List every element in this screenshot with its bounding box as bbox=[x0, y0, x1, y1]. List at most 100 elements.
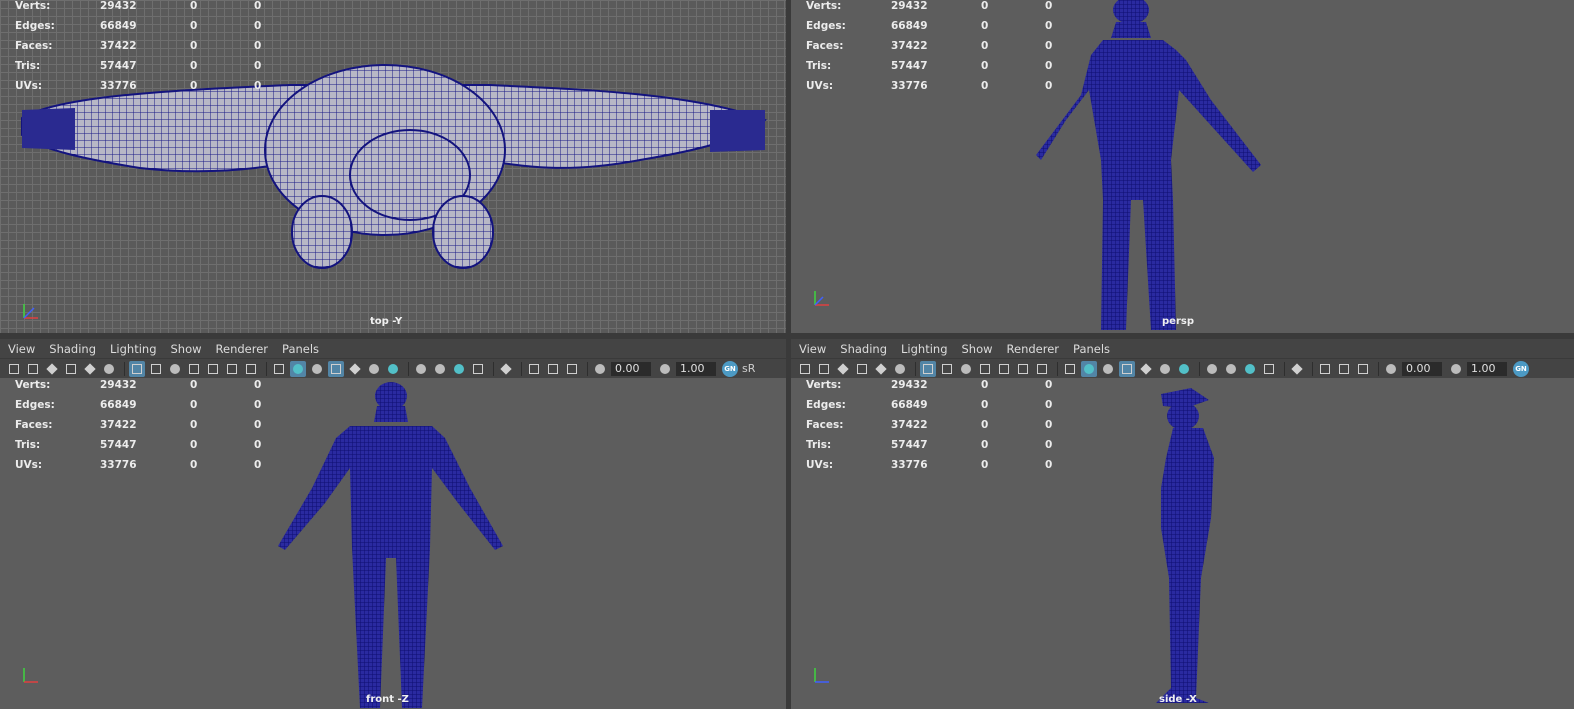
menu-panels[interactable]: Panels bbox=[282, 342, 319, 356]
smooth-shade-icon[interactable] bbox=[290, 360, 306, 377]
gamma-icon[interactable] bbox=[1448, 361, 1464, 377]
pan-zoom-icon[interactable] bbox=[892, 361, 908, 377]
wireframe-on-shaded-icon[interactable] bbox=[1119, 360, 1135, 377]
motion-blur-icon[interactable] bbox=[1223, 361, 1239, 377]
hud-value: 57447 bbox=[100, 60, 137, 72]
menu-renderer[interactable]: Renderer bbox=[216, 342, 269, 356]
gamma-icon[interactable] bbox=[657, 361, 673, 377]
xray-components-icon[interactable] bbox=[564, 361, 580, 377]
gamma-field[interactable]: 1.00 bbox=[676, 361, 716, 376]
menu-show[interactable]: Show bbox=[171, 342, 202, 356]
shadows-icon[interactable] bbox=[385, 361, 401, 377]
textured-icon[interactable] bbox=[347, 361, 363, 377]
viewport-top[interactable]: Verts: 29432 0 0 Edges: 66849 0 0 Faces: 37422 0… bbox=[0, 0, 786, 333]
hud-value: 0 bbox=[190, 399, 198, 411]
field-chart-icon[interactable] bbox=[996, 361, 1012, 377]
default-material-icon[interactable] bbox=[309, 361, 325, 377]
hud-label: Faces: bbox=[806, 40, 844, 52]
menu-show[interactable]: Show bbox=[962, 342, 993, 356]
safe-action-icon[interactable] bbox=[224, 361, 240, 377]
view-transform-label[interactable]: sR bbox=[742, 362, 755, 375]
textured-icon[interactable] bbox=[1138, 361, 1154, 377]
camera-attributes-icon[interactable] bbox=[25, 361, 41, 377]
safe-title-icon[interactable] bbox=[243, 361, 259, 377]
film-gate-icon[interactable] bbox=[939, 361, 955, 377]
anti-aliasing-icon[interactable] bbox=[1242, 361, 1258, 377]
film-gate-icon[interactable] bbox=[148, 361, 164, 377]
hud-value: 0 bbox=[190, 20, 198, 32]
hud-label: Edges: bbox=[15, 20, 55, 32]
lights-icon[interactable] bbox=[1157, 361, 1173, 377]
image-plane-icon[interactable] bbox=[63, 361, 79, 377]
viewport-front[interactable]: Verts: 29432 0 0 Edges: 66849 0 0 Faces: 37422 0… bbox=[0, 378, 786, 709]
gate-mask-icon[interactable] bbox=[186, 361, 202, 377]
grease-pencil-icon[interactable] bbox=[82, 361, 98, 377]
hud-value: 57447 bbox=[891, 60, 928, 72]
anti-aliasing-icon[interactable] bbox=[451, 361, 467, 377]
wireframe-icon[interactable] bbox=[271, 361, 287, 377]
field-chart-icon[interactable] bbox=[205, 361, 221, 377]
safe-action-icon[interactable] bbox=[1015, 361, 1031, 377]
axis-gizmo-icon bbox=[23, 668, 38, 683]
default-material-icon[interactable] bbox=[1100, 361, 1116, 377]
bookmark-icon[interactable] bbox=[44, 361, 60, 377]
exposure-field[interactable]: 0.00 bbox=[611, 361, 651, 376]
color-management-toggle[interactable]: GN bbox=[722, 360, 738, 377]
camera-icon[interactable] bbox=[6, 361, 22, 377]
wireframe-icon[interactable] bbox=[1062, 361, 1078, 377]
xray-joints-icon[interactable] bbox=[545, 361, 561, 377]
xray-components-icon[interactable] bbox=[1355, 361, 1371, 377]
hud-value: 0 bbox=[1045, 379, 1053, 391]
menu-view[interactable]: View bbox=[799, 342, 826, 356]
exposure-field[interactable]: 0.00 bbox=[1402, 361, 1442, 376]
menu-panels[interactable]: Panels bbox=[1073, 342, 1110, 356]
grid-toggle-icon[interactable] bbox=[129, 360, 145, 377]
gamma-field[interactable]: 1.00 bbox=[1467, 361, 1507, 376]
camera-attributes-icon[interactable] bbox=[816, 361, 832, 377]
image-plane-icon[interactable] bbox=[854, 361, 870, 377]
camera-label-top: top -Y bbox=[370, 316, 403, 327]
hud-value: 29432 bbox=[100, 0, 137, 12]
resolution-gate-icon[interactable] bbox=[958, 361, 974, 377]
menu-shading[interactable]: Shading bbox=[49, 342, 96, 356]
pan-zoom-icon[interactable] bbox=[101, 361, 117, 377]
shadows-icon[interactable] bbox=[1176, 361, 1192, 377]
bookmark-icon[interactable] bbox=[835, 361, 851, 377]
gate-mask-icon[interactable] bbox=[977, 361, 993, 377]
depth-of-field-icon[interactable] bbox=[470, 361, 486, 377]
menu-view[interactable]: View bbox=[8, 342, 35, 356]
wireframe-on-shaded-icon[interactable] bbox=[328, 360, 344, 377]
menu-renderer[interactable]: Renderer bbox=[1007, 342, 1060, 356]
depth-of-field-icon[interactable] bbox=[1261, 361, 1277, 377]
isolate-select-icon[interactable] bbox=[1289, 361, 1305, 377]
ambient-occlusion-icon[interactable] bbox=[413, 361, 429, 377]
hud-value: 0 bbox=[981, 439, 989, 451]
xray-icon[interactable] bbox=[526, 361, 542, 377]
camera-icon[interactable] bbox=[797, 361, 813, 377]
motion-blur-icon[interactable] bbox=[432, 361, 448, 377]
viewport-persp[interactable]: Verts: 29432 0 0 Edges: 66849 0 0 Faces: 37422 0… bbox=[791, 0, 1574, 333]
grid-toggle-icon[interactable] bbox=[920, 360, 936, 377]
resolution-gate-icon[interactable] bbox=[167, 361, 183, 377]
xray-icon[interactable] bbox=[1317, 361, 1333, 377]
hud-value: 29432 bbox=[891, 0, 928, 12]
lights-icon[interactable] bbox=[366, 361, 382, 377]
hud-value: 0 bbox=[981, 399, 989, 411]
menu-shading[interactable]: Shading bbox=[840, 342, 887, 356]
hud-label: UVs: bbox=[806, 459, 834, 471]
menu-lighting[interactable]: Lighting bbox=[110, 342, 156, 356]
safe-title-icon[interactable] bbox=[1034, 361, 1050, 377]
xray-joints-icon[interactable] bbox=[1336, 361, 1352, 377]
hud-value: 0 bbox=[254, 419, 262, 431]
grease-pencil-icon[interactable] bbox=[873, 361, 889, 377]
menu-lighting[interactable]: Lighting bbox=[901, 342, 947, 356]
hud-value: 0 bbox=[1045, 419, 1053, 431]
smooth-shade-icon[interactable] bbox=[1081, 360, 1097, 377]
viewport-side[interactable]: Verts: 29432 0 0 Edges: 66849 0 0 Faces: 37422 0… bbox=[791, 378, 1574, 709]
hud-value: 0 bbox=[190, 60, 198, 72]
ambient-occlusion-icon[interactable] bbox=[1204, 361, 1220, 377]
color-management-toggle[interactable]: GN bbox=[1513, 360, 1529, 377]
exposure-icon[interactable] bbox=[1383, 361, 1399, 377]
isolate-select-icon[interactable] bbox=[498, 361, 514, 377]
exposure-icon[interactable] bbox=[592, 361, 608, 377]
